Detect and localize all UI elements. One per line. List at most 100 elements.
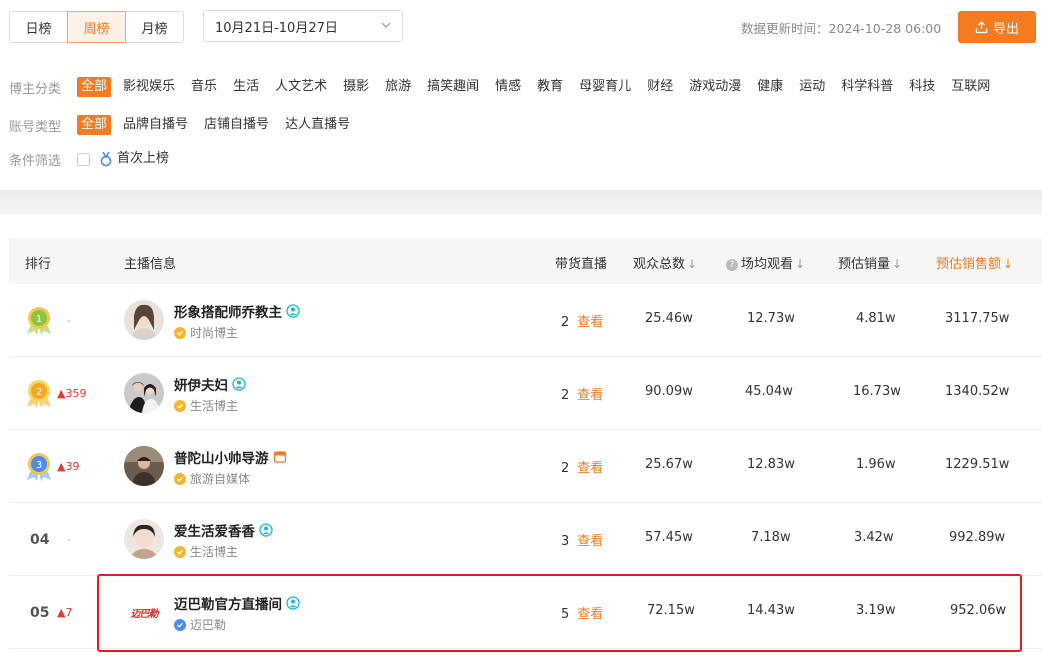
- live-count-cell: 3 查看: [561, 530, 603, 549]
- brand-logo-text: 迈巴勒: [130, 608, 159, 620]
- viewers-cell: 25.67w: [645, 457, 693, 472]
- anchor-tag: 生活博主: [174, 397, 238, 414]
- table-row[interactable]: 2 ▲359 妍伊夫妇 生活博主 2 查看 90.09w 45.04w 16.73…: [9, 357, 1042, 430]
- export-icon: [975, 20, 988, 33]
- live-count: 5: [561, 607, 570, 622]
- category-chip[interactable]: 影视娱乐: [115, 77, 183, 97]
- anchor-name[interactable]: 妍伊夫妇: [174, 374, 246, 394]
- est-revenue-cell: 952.06w: [950, 603, 1007, 618]
- category-chip[interactable]: 财经: [639, 77, 681, 97]
- rank-number: 3: [36, 460, 42, 471]
- viewers-cell: 57.45w: [645, 530, 693, 545]
- sort-arrow-icon: ↓: [892, 257, 903, 271]
- header-est-sales[interactable]: 预估销量 ↓: [838, 253, 902, 272]
- anchor-name-text: 普陀山小帅导游: [174, 451, 269, 467]
- category-chip[interactable]: 搞笑趣闻: [419, 77, 487, 97]
- help-icon[interactable]: ?: [726, 259, 738, 271]
- avatar[interactable]: [124, 519, 164, 559]
- anchor-name-text: 迈巴勒官方直播间: [174, 597, 282, 613]
- category-chip[interactable]: 运动: [791, 77, 833, 97]
- est-sales-cell: 1.96w: [856, 457, 896, 472]
- sort-arrow-icon: ↓: [1003, 257, 1014, 271]
- avg-viewers-cell: 12.73w: [747, 311, 795, 326]
- anchor-tag-text: 迈巴勒: [190, 618, 227, 632]
- check-badge-icon: [174, 326, 186, 339]
- tab-monthly[interactable]: 月榜: [125, 11, 184, 43]
- account-type-chip[interactable]: 达人直播号: [277, 115, 358, 135]
- table-row[interactable]: 3 ▲39 普陀山小帅导游 旅游自媒体 2 查看 25.67w 12.83w 1.…: [9, 430, 1042, 503]
- update-time: 数据更新时间：2024-10-28 06:00: [741, 21, 942, 36]
- tab-weekly[interactable]: 周榜: [67, 11, 126, 43]
- live-count: 2: [561, 461, 570, 476]
- category-chip[interactable]: 健康: [749, 77, 791, 97]
- avg-viewers-cell: 45.04w: [745, 384, 793, 399]
- export-button[interactable]: 导出: [958, 11, 1036, 43]
- header-viewers-label: 观众总数: [633, 257, 686, 272]
- anchor-name[interactable]: 普陀山小帅导游: [174, 447, 287, 467]
- category-chip[interactable]: 教育: [529, 77, 571, 97]
- ranking-table: 排行 主播信息 带货直播 观众总数 ↓ ? 场均观看 ↓ 预估销量 ↓ 预估销售额 ↓ 1…: [9, 238, 1042, 649]
- category-chip[interactable]: 摄影: [335, 77, 377, 97]
- verified-user-icon: [286, 596, 300, 610]
- header-viewers[interactable]: 观众总数 ↓: [633, 253, 697, 272]
- brand-logo[interactable]: 迈巴勒: [124, 592, 164, 632]
- category-chip[interactable]: 音乐: [183, 77, 225, 97]
- anchor-tag-text: 生活博主: [190, 399, 239, 413]
- category-chip[interactable]: 科技: [901, 77, 943, 97]
- anchor-name[interactable]: 爱生活爱香香: [174, 520, 273, 540]
- category-chip[interactable]: 旅游: [377, 77, 419, 97]
- category-chip[interactable]: 互联网: [943, 77, 998, 97]
- date-range-value: 10月21日-10月27日: [215, 20, 338, 36]
- category-filter-row: 博主分类 全部 影视娱乐 音乐 生活 人文艺术 摄影 旅游 搞笑趣闻 情感 教育…: [9, 77, 998, 97]
- account-type-chip[interactable]: 品牌自播号: [115, 115, 196, 135]
- check-badge-icon: [174, 472, 186, 485]
- avg-viewers-cell: 14.43w: [747, 603, 795, 618]
- est-sales-cell: 3.19w: [856, 603, 896, 618]
- live-count-cell: 2 查看: [561, 311, 603, 330]
- est-revenue-cell: 1340.52w: [945, 384, 1010, 399]
- table-row[interactable]: 1 - 形象搭配师乔教主 时尚博主 2 查看 25.46w 12.73w 4.81…: [9, 284, 1042, 357]
- view-link[interactable]: 查看: [577, 534, 603, 549]
- check-badge-icon: [174, 399, 186, 412]
- account-type-filter-row: 账号类型 全部 品牌自播号 店铺自播号 达人直播号: [9, 115, 358, 135]
- category-chip[interactable]: 科学科普: [833, 77, 901, 97]
- category-chip[interactable]: 游戏动漫: [681, 77, 749, 97]
- view-link[interactable]: 查看: [577, 607, 603, 622]
- view-link[interactable]: 查看: [577, 315, 603, 330]
- anchor-tag-text: 旅游自媒体: [190, 472, 251, 486]
- anchor-name[interactable]: 形象搭配师乔教主: [174, 301, 300, 321]
- avatar[interactable]: [124, 300, 164, 340]
- date-range-select[interactable]: 10月21日-10月27日: [203, 10, 403, 42]
- view-link[interactable]: 查看: [577, 388, 603, 403]
- est-sales-cell: 3.42w: [854, 530, 894, 545]
- anchor-tag-text: 生活博主: [190, 545, 239, 559]
- avg-viewers-cell: 12.83w: [747, 457, 795, 472]
- first-listing-checkbox[interactable]: [77, 152, 91, 166]
- header-avg-viewers[interactable]: ? 场均观看 ↓: [726, 253, 805, 272]
- rank-change: ▲359: [57, 387, 86, 400]
- header-avg-viewers-label: 场均观看: [741, 257, 794, 272]
- account-type-chip[interactable]: 店铺自播号: [196, 115, 277, 135]
- header-est-revenue[interactable]: 预估销售额 ↓: [936, 253, 1013, 272]
- category-chip[interactable]: 生活: [225, 77, 267, 97]
- view-link[interactable]: 查看: [577, 461, 603, 476]
- est-sales-cell: 4.81w: [856, 311, 896, 326]
- condition-filter-row: 条件筛选 首次上榜: [9, 149, 169, 169]
- viewers-cell: 72.15w: [647, 603, 695, 618]
- category-chip[interactable]: 母婴育儿: [571, 77, 639, 97]
- anchor-tag: 生活博主: [174, 543, 238, 560]
- first-listing-label: 首次上榜: [117, 151, 170, 166]
- table-row[interactable]: 05 ▲7 迈巴勒 迈巴勒官方直播间 迈巴勒 5 查看 72.15w 14.43w…: [9, 576, 1042, 649]
- category-filter-label: 博主分类: [9, 81, 62, 97]
- rank-medal-green-icon: 1: [27, 307, 51, 335]
- category-chip[interactable]: 情感: [487, 77, 529, 97]
- category-chip[interactable]: 全部: [77, 77, 112, 97]
- avatar[interactable]: [124, 446, 164, 486]
- account-type-chip[interactable]: 全部: [77, 115, 112, 135]
- verified-user-icon: [232, 377, 246, 391]
- table-row[interactable]: 04 - 爱生活爱香香 生活博主 3 查看 57.45w 7.18w 3.42w …: [9, 503, 1042, 576]
- tab-daily[interactable]: 日榜: [9, 11, 68, 43]
- category-chip[interactable]: 人文艺术: [267, 77, 335, 97]
- anchor-name[interactable]: 迈巴勒官方直播间: [174, 593, 300, 613]
- avatar[interactable]: [124, 373, 164, 413]
